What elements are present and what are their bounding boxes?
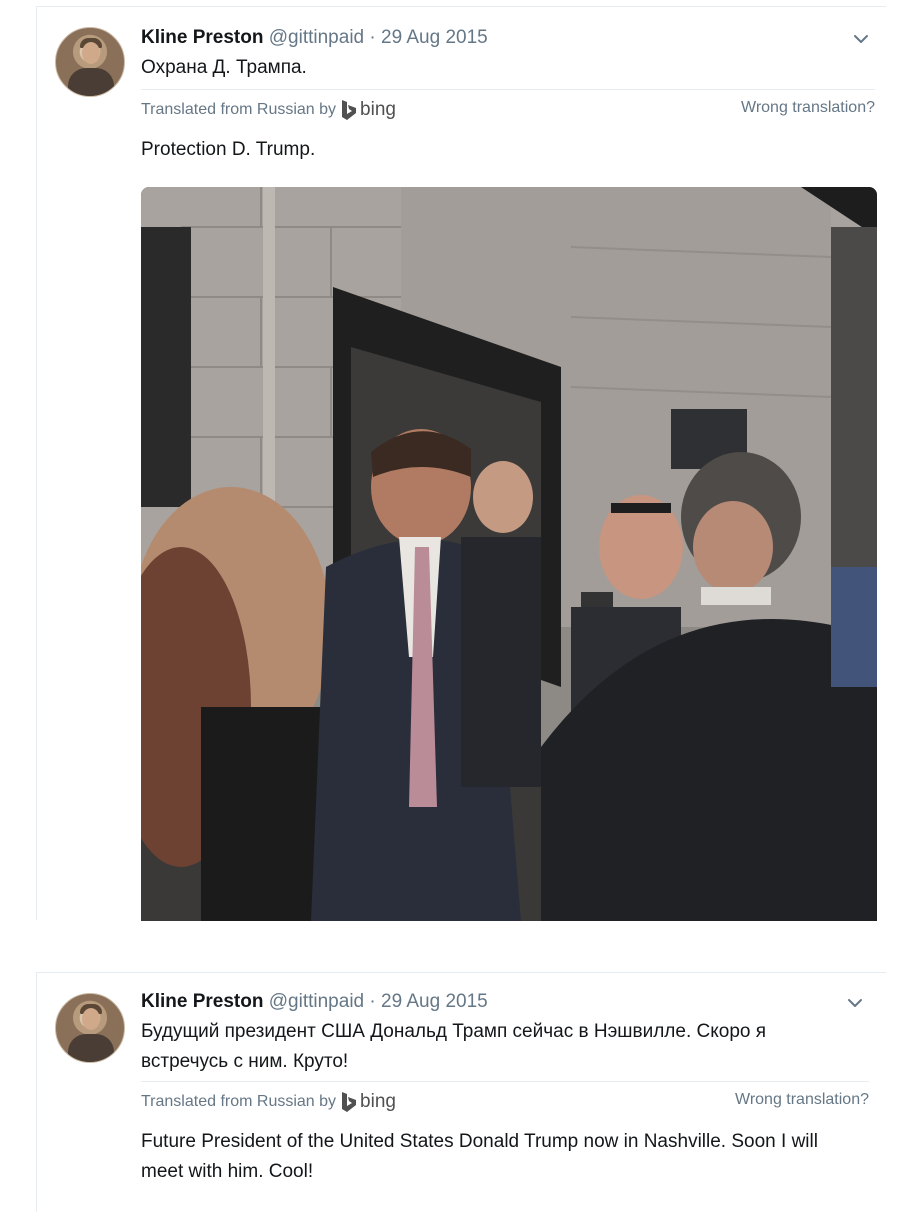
author-handle[interactable]: @gittinpaid	[269, 991, 364, 1012]
tweet-card[interactable]: Kline Preston @gittinpaid · 29 Aug 2015 …	[36, 6, 886, 921]
translated-text-line: meet with him. Cool!	[141, 1161, 314, 1182]
tweet-text-line: встречусь с ним. Круто!	[141, 1051, 349, 1072]
tweet-date[interactable]: 29 Aug 2015	[381, 27, 488, 48]
translation-bar: Translated from Russian by bing Wrong tr…	[141, 1081, 869, 1121]
wrong-translation-link[interactable]: Wrong translation?	[735, 1091, 869, 1109]
tweet-card[interactable]: Kline Preston @gittinpaid · 29 Aug 2015 …	[36, 972, 886, 1212]
bing-logo-icon	[342, 100, 357, 120]
wrong-translation-link[interactable]: Wrong translation?	[741, 99, 875, 117]
separator: ·	[369, 991, 376, 1012]
bing-attribution[interactable]: bing	[340, 99, 396, 121]
bing-label: bing	[360, 99, 396, 120]
tweet-header: Kline Preston @gittinpaid · 29 Aug 2015	[141, 27, 488, 49]
tweet-photo[interactable]	[141, 187, 877, 921]
separator: ·	[369, 27, 376, 48]
author-name[interactable]: Kline Preston	[141, 27, 263, 48]
tweet-text: Охрана Д. Трампа.	[141, 57, 307, 78]
chevron-down-icon[interactable]	[845, 993, 865, 1013]
avatar[interactable]	[55, 993, 125, 1063]
translated-text: Protection D. Trump.	[141, 139, 316, 160]
tweet-text-line: Будущий президент США Дональд Трамп сейч…	[141, 1021, 767, 1042]
bing-attribution[interactable]: bing	[340, 1091, 396, 1113]
avatar[interactable]	[55, 27, 125, 97]
tweet-date[interactable]: 29 Aug 2015	[381, 991, 488, 1012]
bing-logo-icon	[342, 1092, 357, 1112]
translated-text-line: Future President of the United States Do…	[141, 1131, 818, 1152]
translation-label: Translated from Russian by	[141, 1093, 337, 1110]
translation-bar: Translated from Russian by bing Wrong tr…	[141, 89, 875, 129]
author-name[interactable]: Kline Preston	[141, 991, 263, 1012]
chevron-down-icon[interactable]	[851, 29, 871, 49]
bing-label: bing	[360, 1091, 396, 1112]
tweet-text: Будущий президент США Дональд Трамп сейч…	[141, 1017, 861, 1077]
author-handle[interactable]: @gittinpaid	[269, 27, 364, 48]
photo-image	[141, 187, 877, 921]
translation-label: Translated from Russian by	[141, 101, 337, 118]
tweet-header: Kline Preston @gittinpaid · 29 Aug 2015	[141, 991, 488, 1013]
translated-text: Future President of the United States Do…	[141, 1127, 869, 1187]
